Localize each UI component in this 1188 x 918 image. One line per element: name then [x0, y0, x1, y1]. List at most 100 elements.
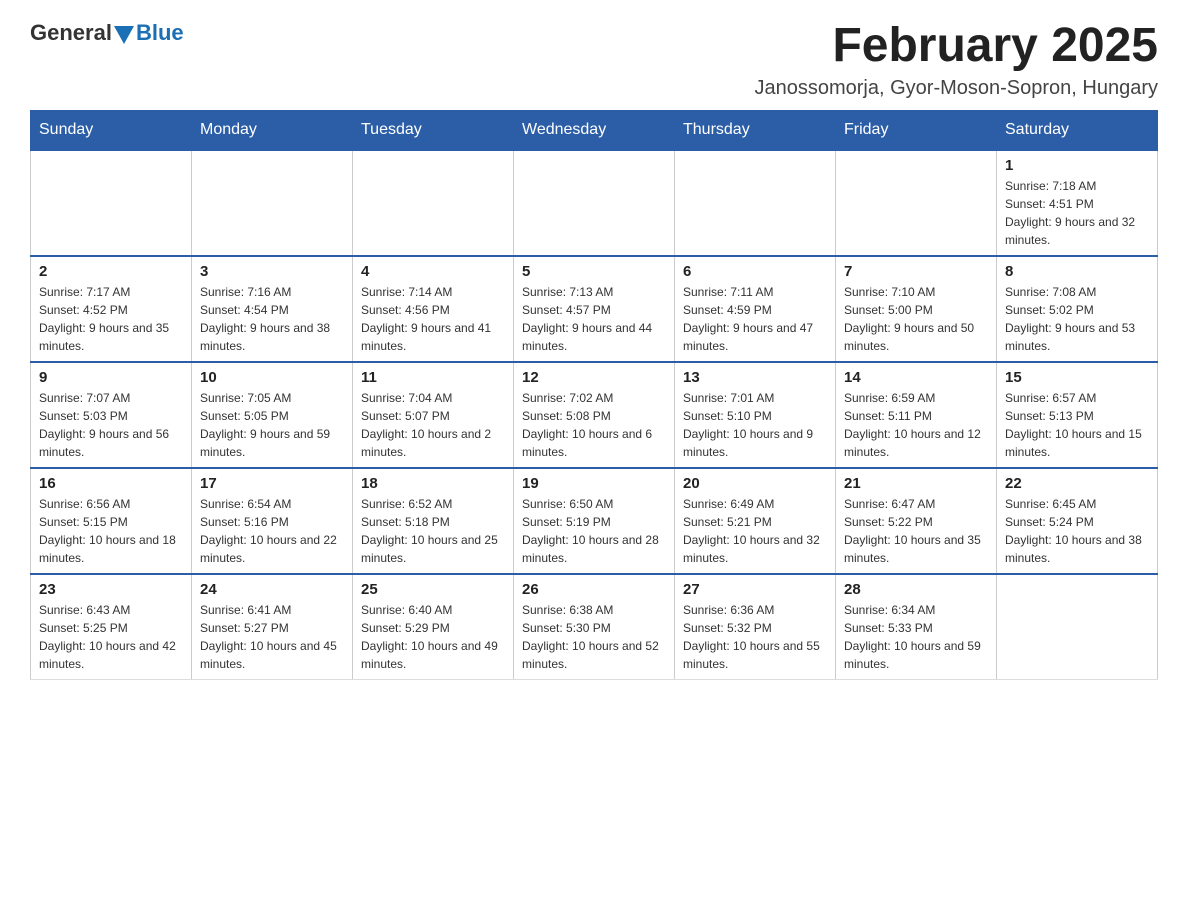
day-of-week-header: Monday [192, 110, 353, 150]
day-number: 2 [39, 263, 183, 280]
day-number: 24 [200, 581, 344, 598]
day-info: Sunrise: 7:13 AMSunset: 4:57 PMDaylight:… [522, 283, 666, 355]
day-number: 28 [844, 581, 988, 598]
day-number: 3 [200, 263, 344, 280]
day-number: 23 [39, 581, 183, 598]
logo-blue-text: Blue [136, 20, 184, 46]
calendar-day-cell: 28 Sunrise: 6:34 AMSunset: 5:33 PMDayligh… [836, 574, 997, 680]
calendar-day-cell: 19 Sunrise: 6:50 AMSunset: 5:19 PMDayligh… [514, 468, 675, 574]
day-number: 20 [683, 475, 827, 492]
day-info: Sunrise: 6:52 AMSunset: 5:18 PMDaylight:… [361, 495, 505, 567]
day-info: Sunrise: 7:05 AMSunset: 5:05 PMDaylight:… [200, 389, 344, 461]
calendar-day-cell: 20 Sunrise: 6:49 AMSunset: 5:21 PMDayligh… [675, 468, 836, 574]
logo-triangle-icon [114, 26, 134, 44]
calendar-day-cell [675, 150, 836, 256]
day-number: 26 [522, 581, 666, 598]
calendar-table: SundayMondayTuesdayWednesdayThursdayFrid… [30, 110, 1158, 680]
calendar-day-cell: 23 Sunrise: 6:43 AMSunset: 5:25 PMDayligh… [31, 574, 192, 680]
day-info: Sunrise: 7:17 AMSunset: 4:52 PMDaylight:… [39, 283, 183, 355]
day-info: Sunrise: 6:43 AMSunset: 5:25 PMDaylight:… [39, 601, 183, 673]
calendar-week-row: 2 Sunrise: 7:17 AMSunset: 4:52 PMDaylight… [31, 256, 1158, 362]
calendar-day-cell [192, 150, 353, 256]
day-number: 14 [844, 369, 988, 386]
calendar-day-cell [31, 150, 192, 256]
day-info: Sunrise: 7:11 AMSunset: 4:59 PMDaylight:… [683, 283, 827, 355]
day-number: 19 [522, 475, 666, 492]
day-number: 25 [361, 581, 505, 598]
calendar-day-cell: 13 Sunrise: 7:01 AMSunset: 5:10 PMDayligh… [675, 362, 836, 468]
logo: General Blue [30, 20, 184, 46]
day-info: Sunrise: 6:40 AMSunset: 5:29 PMDaylight:… [361, 601, 505, 673]
day-number: 8 [1005, 263, 1149, 280]
page-header: General Blue February 2025 Janossomorja,… [30, 20, 1158, 100]
day-of-week-header: Thursday [675, 110, 836, 150]
day-info: Sunrise: 6:57 AMSunset: 5:13 PMDaylight:… [1005, 389, 1149, 461]
calendar-day-cell: 1Sunrise: 7:18 AMSunset: 4:51 PMDaylight… [997, 150, 1158, 256]
days-of-week-row: SundayMondayTuesdayWednesdayThursdayFrid… [31, 110, 1158, 150]
calendar-day-cell: 25 Sunrise: 6:40 AMSunset: 5:29 PMDayligh… [353, 574, 514, 680]
calendar-day-cell [514, 150, 675, 256]
logo-general-text: General [30, 20, 112, 46]
calendar-subtitle: Janossomorja, Gyor-Moson-Sopron, Hungary [754, 77, 1158, 100]
day-number: 9 [39, 369, 183, 386]
day-info: Sunrise: 6:50 AMSunset: 5:19 PMDaylight:… [522, 495, 666, 567]
day-number: 6 [683, 263, 827, 280]
calendar-day-cell [836, 150, 997, 256]
calendar-day-cell: 22Sunrise: 6:45 AMSunset: 5:24 PMDayligh… [997, 468, 1158, 574]
calendar-day-cell: 3 Sunrise: 7:16 AMSunset: 4:54 PMDaylight… [192, 256, 353, 362]
title-area: February 2025 Janossomorja, Gyor-Moson-S… [754, 20, 1158, 100]
day-number: 13 [683, 369, 827, 386]
calendar-day-cell: 5 Sunrise: 7:13 AMSunset: 4:57 PMDaylight… [514, 256, 675, 362]
day-info: Sunrise: 6:41 AMSunset: 5:27 PMDaylight:… [200, 601, 344, 673]
day-number: 21 [844, 475, 988, 492]
calendar-day-cell: 16 Sunrise: 6:56 AMSunset: 5:15 PMDayligh… [31, 468, 192, 574]
calendar-day-cell: 11Sunrise: 7:04 AMSunset: 5:07 PMDayligh… [353, 362, 514, 468]
day-info: Sunrise: 7:02 AMSunset: 5:08 PMDaylight:… [522, 389, 666, 461]
day-number: 10 [200, 369, 344, 386]
day-info: Sunrise: 6:38 AMSunset: 5:30 PMDaylight:… [522, 601, 666, 673]
day-info: Sunrise: 6:54 AMSunset: 5:16 PMDaylight:… [200, 495, 344, 567]
calendar-day-cell: 8Sunrise: 7:08 AMSunset: 5:02 PMDaylight… [997, 256, 1158, 362]
calendar-day-cell: 6 Sunrise: 7:11 AMSunset: 4:59 PMDaylight… [675, 256, 836, 362]
day-info: Sunrise: 6:36 AMSunset: 5:32 PMDaylight:… [683, 601, 827, 673]
calendar-day-cell: 12Sunrise: 7:02 AMSunset: 5:08 PMDayligh… [514, 362, 675, 468]
day-number: 1 [1005, 157, 1149, 174]
day-of-week-header: Friday [836, 110, 997, 150]
calendar-day-cell: 10 Sunrise: 7:05 AMSunset: 5:05 PMDayligh… [192, 362, 353, 468]
calendar-day-cell: 7 Sunrise: 7:10 AMSunset: 5:00 PMDaylight… [836, 256, 997, 362]
day-of-week-header: Wednesday [514, 110, 675, 150]
day-number: 5 [522, 263, 666, 280]
day-of-week-header: Tuesday [353, 110, 514, 150]
day-number: 27 [683, 581, 827, 598]
day-info: Sunrise: 7:10 AMSunset: 5:00 PMDaylight:… [844, 283, 988, 355]
calendar-day-cell: 9 Sunrise: 7:07 AMSunset: 5:03 PMDaylight… [31, 362, 192, 468]
day-info: Sunrise: 6:49 AMSunset: 5:21 PMDaylight:… [683, 495, 827, 567]
calendar-day-cell: 15Sunrise: 6:57 AMSunset: 5:13 PMDayligh… [997, 362, 1158, 468]
calendar-day-cell: 21 Sunrise: 6:47 AMSunset: 5:22 PMDayligh… [836, 468, 997, 574]
calendar-week-row: 1Sunrise: 7:18 AMSunset: 4:51 PMDaylight… [31, 150, 1158, 256]
calendar-week-row: 9 Sunrise: 7:07 AMSunset: 5:03 PMDaylight… [31, 362, 1158, 468]
day-info: Sunrise: 7:16 AMSunset: 4:54 PMDaylight:… [200, 283, 344, 355]
day-of-week-header: Sunday [31, 110, 192, 150]
day-number: 17 [200, 475, 344, 492]
day-info: Sunrise: 6:47 AMSunset: 5:22 PMDaylight:… [844, 495, 988, 567]
day-info: Sunrise: 7:07 AMSunset: 5:03 PMDaylight:… [39, 389, 183, 461]
calendar-day-cell: 14 Sunrise: 6:59 AMSunset: 5:11 PMDayligh… [836, 362, 997, 468]
day-info: Sunrise: 7:04 AMSunset: 5:07 PMDaylight:… [361, 389, 505, 461]
day-info: Sunrise: 6:34 AMSunset: 5:33 PMDaylight:… [844, 601, 988, 673]
calendar-day-cell: 18 Sunrise: 6:52 AMSunset: 5:18 PMDayligh… [353, 468, 514, 574]
calendar-day-cell: 24 Sunrise: 6:41 AMSunset: 5:27 PMDayligh… [192, 574, 353, 680]
day-number: 16 [39, 475, 183, 492]
day-number: 7 [844, 263, 988, 280]
day-info: Sunrise: 7:14 AMSunset: 4:56 PMDaylight:… [361, 283, 505, 355]
day-number: 4 [361, 263, 505, 280]
day-number: 18 [361, 475, 505, 492]
day-info: Sunrise: 6:59 AMSunset: 5:11 PMDaylight:… [844, 389, 988, 461]
calendar-title: February 2025 [754, 20, 1158, 73]
day-of-week-header: Saturday [997, 110, 1158, 150]
day-info: Sunrise: 6:56 AMSunset: 5:15 PMDaylight:… [39, 495, 183, 567]
day-info: Sunrise: 7:01 AMSunset: 5:10 PMDaylight:… [683, 389, 827, 461]
calendar-day-cell [997, 574, 1158, 680]
calendar-day-cell: 4 Sunrise: 7:14 AMSunset: 4:56 PMDaylight… [353, 256, 514, 362]
day-info: Sunrise: 6:45 AMSunset: 5:24 PMDaylight:… [1005, 495, 1149, 567]
